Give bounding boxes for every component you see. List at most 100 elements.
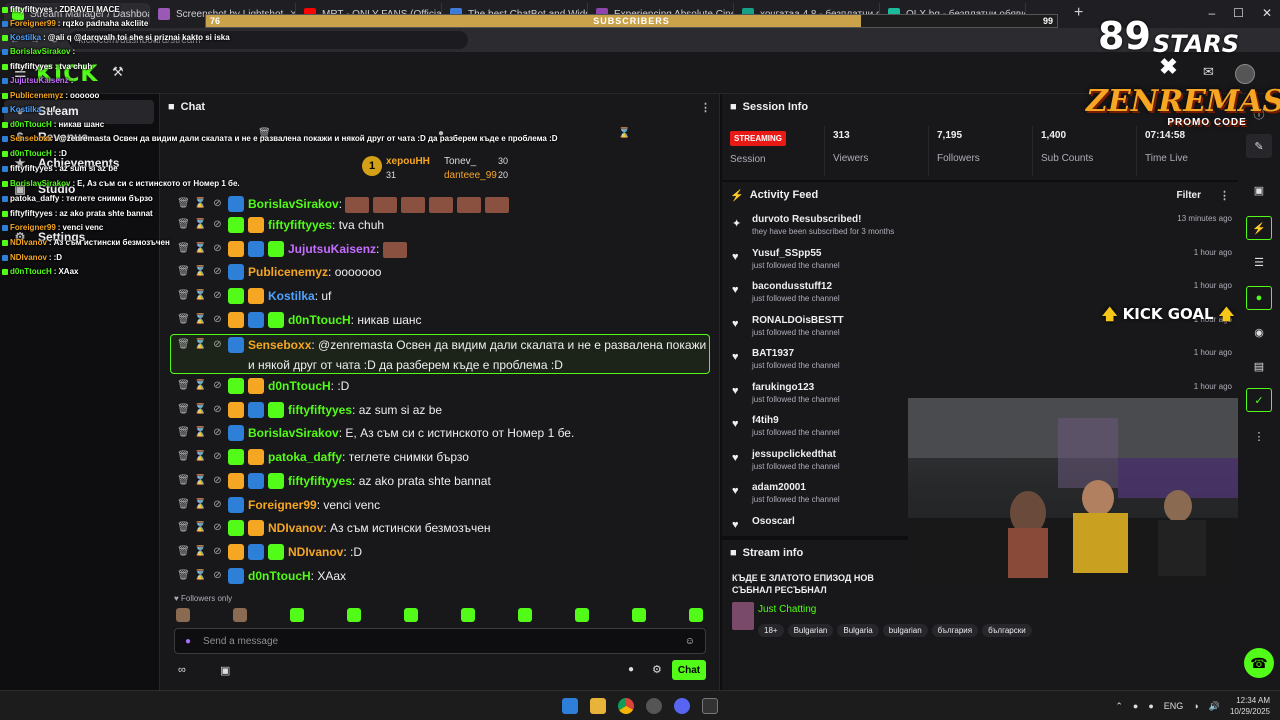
category-name[interactable]: Just Chatting (758, 604, 816, 615)
delete-message-icon[interactable]: 🗑 (177, 566, 190, 586)
ban-icon[interactable]: ⊘ (211, 194, 224, 214)
chat-message[interactable]: 🗑 ⌛ ⊘ Kostilka: uf (177, 286, 707, 306)
language-indicator[interactable]: ENG (1164, 701, 1184, 711)
mic-icon[interactable]: ● (185, 636, 191, 647)
delete-message-icon[interactable]: 🗑 (177, 286, 190, 306)
terminal-icon[interactable] (702, 698, 718, 714)
support-chat-icon[interactable]: ☎ (1244, 648, 1274, 678)
ban-icon[interactable]: ⊘ (211, 215, 224, 235)
chat-username[interactable]: Senseboxx (248, 338, 311, 352)
delete-message-icon[interactable]: 🗑 (177, 423, 190, 443)
timeout-icon[interactable]: ⌛ (194, 194, 207, 214)
ban-icon[interactable]: ⊘ (211, 542, 224, 562)
chrome-icon[interactable] (618, 698, 634, 714)
chevron-up-icon[interactable]: ⌃ (1115, 701, 1123, 712)
clock[interactable]: 12:34 AM 10/29/2025 (1230, 695, 1270, 717)
ban-icon[interactable]: ⊘ (211, 400, 224, 420)
ban-icon[interactable]: ⊘ (211, 376, 224, 396)
emote-icon[interactable] (233, 608, 247, 622)
stream-tag[interactable]: Bulgaria (837, 624, 879, 637)
timeout-icon[interactable]: ⌛ (194, 566, 207, 586)
chat-icon[interactable]: ● (1246, 286, 1272, 310)
timeout-icon[interactable]: ⌛ (194, 495, 207, 515)
chat-message[interactable]: 🗑 ⌛ ⊘ d0nTtoucH: XAax (177, 566, 707, 586)
timeout-icon[interactable]: ⌛ (194, 542, 207, 562)
lightning-icon[interactable]: ⚡ (1246, 216, 1272, 240)
emote-icon[interactable] (575, 608, 589, 622)
chat-username[interactable]: d0nTtoucH (248, 569, 311, 583)
delete-message-icon[interactable]: 🗑 (177, 194, 190, 214)
delete-message-icon[interactable]: 🗑 (177, 495, 190, 515)
ban-icon[interactable]: ⊘ (211, 566, 224, 586)
chat-username[interactable]: Foreigner99 (248, 498, 317, 512)
chat-username[interactable]: JujutsuKaisenz (288, 242, 376, 256)
chat-username[interactable]: BorislavSirakov (248, 197, 339, 211)
gear-icon[interactable]: ⚙ (652, 663, 662, 676)
delete-message-icon[interactable]: 🗑 (177, 400, 190, 420)
chat-message[interactable]: 🗑 ⌛ ⊘ fiftyfiftyyes: tva chuh (177, 215, 707, 235)
timeout-icon[interactable]: ⌛ (194, 518, 207, 538)
emote-icon[interactable] (290, 608, 304, 622)
discord-icon[interactable] (674, 698, 690, 714)
chat-input[interactable]: ● Send a message ☺ (174, 628, 706, 654)
ban-icon[interactable]: ⊘ (211, 335, 224, 355)
ban-icon[interactable]: ⊘ (211, 423, 224, 443)
network-icon[interactable]: ● (1133, 701, 1138, 711)
ban-icon[interactable]: ⊘ (211, 286, 224, 306)
delete-message-icon[interactable]: 🗑 (177, 239, 190, 259)
hammer-icon[interactable]: ⚒ (112, 64, 124, 80)
chat-message[interactable]: 🗑 ⌛ ⊘ fiftyfiftyyes: az ako prata shte bann… (177, 471, 707, 491)
emote-icon[interactable] (347, 608, 361, 622)
document-icon[interactable]: ☰ (1246, 250, 1272, 274)
delete-message-icon[interactable]: 🗑 (177, 262, 190, 282)
timeout-icon[interactable]: ⌛ (194, 335, 207, 355)
chat-message[interactable]: 🗑 ⌛ ⊘ JujutsuKaisenz: (177, 239, 707, 259)
chat-message[interactable]: 🗑 ⌛ ⊘ NDIvanov: :D (177, 542, 707, 562)
chat-username[interactable]: NDIvanov (268, 521, 323, 535)
chat-message[interactable]: 🗑 ⌛ ⊘ BorislavSirakov: Е, Аз съм си с истин… (177, 423, 707, 443)
store-icon[interactable]: ▣ (220, 664, 230, 677)
chat-send-button[interactable]: Chat (672, 660, 706, 680)
stream-tag[interactable]: bulgarian (882, 624, 928, 637)
chat-username[interactable]: fiftyfiftyyes (288, 403, 352, 417)
emoji-icon[interactable]: ☺ (685, 636, 695, 647)
chat-username[interactable]: Publicenemyz (248, 265, 328, 279)
chat-message[interactable]: 🗑 ⌛ ⊘ fiftyfiftyyes: az sum si az be (177, 400, 707, 420)
chat-message[interactable]: 🗑 ⌛ ⊘ BorislavSirakov: (177, 194, 707, 214)
pencil-icon[interactable]: ✎ (1246, 134, 1272, 158)
chat-message[interactable]: 🗑 ⌛ ⊘ patoka_daffy: теглете снимки бързо (177, 447, 707, 467)
chat-username[interactable]: d0nTtoucH (288, 313, 351, 327)
timeout-icon[interactable]: ⌛ (194, 310, 207, 330)
delete-message-icon[interactable]: 🗑 (177, 471, 190, 491)
stream-tag[interactable]: Bulgarian (787, 624, 834, 637)
ban-icon[interactable]: ⊘ (211, 262, 224, 282)
timeout-icon[interactable]: ⌛ (194, 423, 207, 443)
chat-message[interactable]: 🗑 ⌛ ⊘ Foreigner99: venci venc (177, 495, 707, 515)
broadcast-icon[interactable]: ◉ (1246, 320, 1272, 344)
stream-preview[interactable] (908, 398, 1238, 584)
obs-icon[interactable] (646, 698, 662, 714)
more-options-icon[interactable]: ⋮ (700, 101, 711, 114)
more-options-icon[interactable]: ⋮ (1246, 424, 1272, 448)
chat-username[interactable]: d0nTtoucH (268, 379, 331, 393)
focus-icon[interactable]: ▣ (1246, 178, 1272, 202)
filter-button[interactable]: Filter (1177, 190, 1201, 201)
delete-message-icon[interactable]: 🗑 (177, 447, 190, 467)
chat-settings-bubble-icon[interactable]: ● (628, 664, 634, 675)
chat-username[interactable]: NDIvanov (288, 545, 343, 559)
ban-icon[interactable]: ⊘ (211, 495, 224, 515)
mic-icon[interactable]: ● (1148, 701, 1153, 711)
ban-icon[interactable]: ⊘ (211, 518, 224, 538)
chat-message[interactable]: 🗑 ⌛ ⊘ Publicenemyz: ooooooo (177, 262, 707, 282)
chat-message[interactable]: 🗑 ⌛ ⊘ d0nTtoucH: :D (177, 376, 707, 396)
delete-message-icon[interactable]: 🗑 (177, 335, 190, 355)
emote-icon[interactable] (632, 608, 646, 622)
chat-username[interactable]: patoka_daffy (268, 450, 342, 464)
emote-icon[interactable] (176, 608, 190, 622)
emote-icon[interactable] (689, 608, 703, 622)
timeout-icon[interactable]: ⌛ (194, 471, 207, 491)
chat-message[interactable]: 🗑 ⌛ ⊘ NDIvanov: Аз съм истински безмозъчен (177, 518, 707, 538)
timeout-icon[interactable]: ⌛ (194, 400, 207, 420)
ban-icon[interactable]: ⊘ (211, 447, 224, 467)
ban-icon[interactable]: ⊘ (211, 471, 224, 491)
